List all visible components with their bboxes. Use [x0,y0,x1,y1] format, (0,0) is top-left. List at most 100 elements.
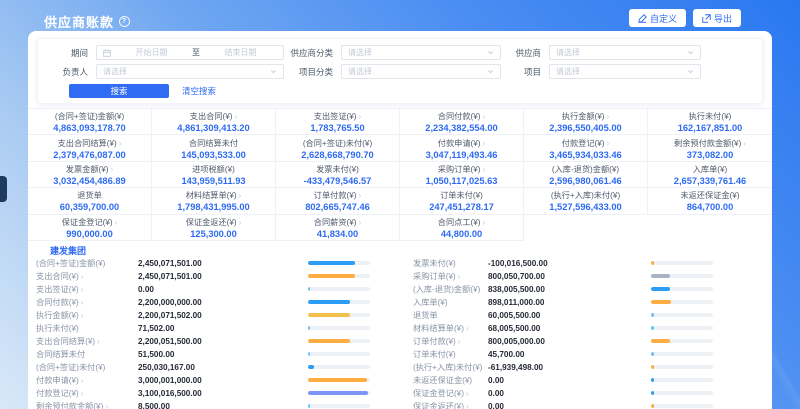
metric-bar [308,261,370,265]
page-title: 供应商账款 ? [44,12,130,31]
summary-card[interactable]: 保证金登记(¥)›990,000.00 [28,215,152,241]
metric-label[interactable]: 合同付款(¥)› [36,296,138,308]
summary-card-label[interactable]: 保证金返还(¥)› [186,216,242,228]
drill-arrow-icon: › [119,139,122,148]
export-button[interactable]: 导出 [693,9,741,27]
summary-card: (执行+入库)未付(¥)1,527,596,433.00 [524,188,648,214]
metric-label[interactable]: 执行金额(¥)› [36,309,138,321]
summary-card[interactable]: 订单付款(¥)›802,665,747.46 [276,188,400,214]
metric-bar [308,339,370,343]
summary-card-label[interactable]: 合同付款(¥)› [438,110,485,122]
drill-arrow-icon: › [743,139,746,148]
summary-card-label[interactable]: 支出签证(¥)› [314,110,361,122]
metric-bar [651,352,713,356]
summary-card-label[interactable]: 采购订单(¥)› [438,163,485,175]
summary-card-label[interactable]: 合同点工(¥)› [438,216,485,228]
supplier-category-select[interactable]: 请选择 [341,45,501,60]
supplier-select[interactable]: 请选择 [549,45,701,60]
summary-card[interactable]: 材料结算单(¥)›1,798,431,995.00 [152,188,276,214]
metric-label[interactable]: 付款登记(¥)› [36,387,138,399]
project-select[interactable]: 请选择 [549,64,701,79]
metric-bar-fill [651,313,654,317]
metric-label-text: 执行金额(¥) [36,311,79,320]
metric-label-text: 退货单 [413,311,438,320]
summary-card[interactable]: 执行金额(¥)›2,396,550,405.00 [524,109,648,135]
summary-card-label: 未返还保证金(¥) [680,189,739,201]
edit-icon [638,14,647,23]
metric-value: 800,005,000.00 [488,337,651,346]
metric-value: 0.00 [488,376,651,385]
summary-card[interactable]: 保证金返还(¥)›125,300.00 [152,215,276,241]
summary-card-label[interactable]: 材料结算单(¥)› [186,189,242,201]
summary-card-label[interactable]: 支出合同结算(¥)› [58,137,122,149]
summary-card[interactable]: 采购订单(¥)›1,050,117,025.63 [400,162,524,188]
empty-cell [524,215,648,241]
summary-card[interactable]: 发票金额(¥)›3,032,454,486.89 [28,162,152,188]
metric-label[interactable]: 支出合同(¥)› [36,270,138,282]
metric-label-text: 执行未付(¥) [36,324,79,333]
summary-card-label-text: 材料结算单(¥) [186,191,237,200]
summary-card-label: 合同结算未付 [189,137,238,149]
help-icon[interactable]: ? [119,16,130,27]
summary-card-label-text: 剩余预付款金额(¥) [674,139,741,148]
customize-button[interactable]: 自定义 [629,9,686,27]
drill-arrow-icon: › [607,112,610,121]
search-button[interactable]: 搜索 [69,84,169,98]
summary-card-label[interactable]: 支出合同(¥)› [190,110,237,122]
metric-value: 0.00 [488,402,651,409]
summary-card[interactable]: 支出合同(¥)›4,861,309,413.20 [152,109,276,135]
metric-bar-fill [651,339,670,343]
summary-card-value: 802,665,747.46 [305,202,370,212]
chevron-down-icon [487,68,494,75]
summary-card[interactable]: 支出签证(¥)›1,783,765.50 [276,109,400,135]
summary-card: 合同结算未付145,093,533.00 [152,135,276,161]
sidebar-collapse-handle[interactable] [0,176,7,202]
summary-card-label[interactable]: 付款申请(¥)› [438,137,485,149]
summary-card[interactable]: 合同薪资(¥)›41,834.00 [276,215,400,241]
summary-card-label-text: 入库单(¥) [693,165,728,174]
metric-label[interactable]: 材料结算单(¥)› [413,322,488,334]
summary-card[interactable]: 剩余预付款金额(¥)›373,082.00 [648,135,772,161]
owner-select[interactable]: 请选择 [96,64,284,79]
summary-card[interactable]: 合同点工(¥)›44,800.00 [400,215,524,241]
metric-value: -100,016,500.00 [488,259,651,268]
clear-search-link[interactable]: 清空搜索 [182,85,216,97]
metric-label[interactable]: 保证金返还(¥)› [413,400,488,409]
summary-card-label[interactable]: 订单付款(¥)› [314,189,361,201]
metric-label[interactable]: 采购订单(¥)› [413,270,488,282]
metric-value: 2,200,051,500.00 [138,337,308,346]
metric-bar [651,365,713,369]
summary-card-label: 入库单(¥) [693,163,728,175]
summary-card-value: 60,359,700.00 [60,202,119,212]
metric-label[interactable]: 剩余预付款金额(¥)› [36,400,138,409]
summary-card-value: 2,596,980,061.46 [549,176,621,186]
metric-label[interactable]: 支出合同结算(¥)› [36,335,138,347]
summary-card-value: 3,047,119,493.46 [426,150,498,160]
summary-card-value: 373,082.00 [687,150,734,160]
metric-bar-fill [308,365,314,369]
drill-arrow-icon: › [239,191,242,200]
summary-card-label[interactable]: 合同薪资(¥)› [314,216,361,228]
project-category-select[interactable]: 请选择 [341,64,501,79]
metric-value: 60,005,500.00 [488,311,651,320]
period-date-range-input[interactable]: 开始日期 至 结束日期 [96,45,284,60]
summary-card-value: 1,050,117,025.63 [426,176,498,186]
metric-label-text: (入库-退货)金额(¥) [413,285,480,294]
metric-label[interactable]: 支出签证(¥)› [36,283,138,295]
summary-card[interactable]: 付款登记(¥)›3,465,934,033.46 [524,135,648,161]
metric-label[interactable]: 订单付款(¥)› [413,335,488,347]
summary-card-label: 执行未付(¥) [689,110,732,122]
summary-card-label-text: 发票未付(¥) [316,165,359,174]
metric-label[interactable]: 付款申请(¥)› [36,374,138,386]
summary-card-label[interactable]: 执行金额(¥)› [562,110,609,122]
summary-card-label[interactable]: 剩余预付款金额(¥)› [674,137,746,149]
summary-card-label[interactable]: 发票金额(¥)› [66,163,113,175]
group-section-title[interactable]: 建发集团 [28,245,772,257]
summary-card[interactable]: 支出合同结算(¥)›2,379,476,087.00 [28,135,152,161]
summary-card[interactable]: 合同付款(¥)›2,234,382,554.00 [400,109,524,135]
drill-arrow-icon: › [81,272,84,281]
metric-label[interactable]: 保证金登记(¥)› [413,387,488,399]
summary-card[interactable]: 付款申请(¥)›3,047,119,493.46 [400,135,524,161]
summary-card-label[interactable]: 保证金登记(¥)› [62,216,118,228]
summary-card-label[interactable]: 付款登记(¥)› [562,137,609,149]
